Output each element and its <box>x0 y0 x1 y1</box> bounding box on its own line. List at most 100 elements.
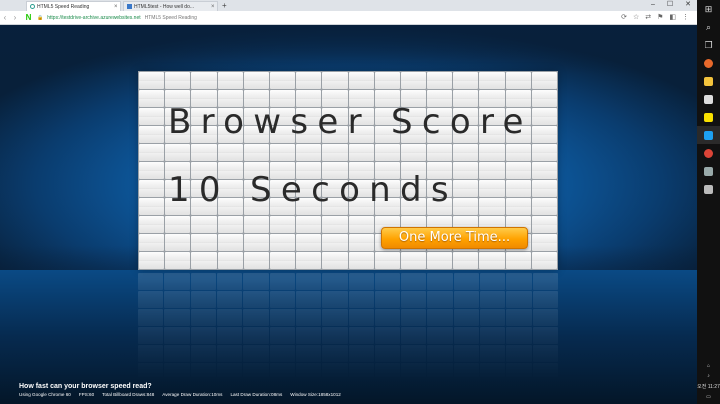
reflection-tile <box>480 273 506 290</box>
extension-icon[interactable]: ◧ <box>669 13 676 21</box>
translate-icon[interactable]: ⇄ <box>645 13 651 21</box>
billboard-tile <box>217 216 243 233</box>
billboard-tile <box>348 72 374 89</box>
tab-bar: HTML5 Speed Reading × HTML5test - How we… <box>0 0 697 11</box>
reflection-tile <box>216 345 243 362</box>
close-tab-icon[interactable]: × <box>211 4 217 10</box>
reflection-tile <box>269 273 295 290</box>
firefox-icon[interactable] <box>697 54 720 72</box>
twitter-icon[interactable] <box>697 126 720 144</box>
stat-fps: FPS:60 <box>78 392 95 397</box>
stat-window-size: Window Size:1858x1012 <box>290 392 341 397</box>
reflection-tile <box>374 363 401 380</box>
stat-last-draw: Last Draw Duration:08ms <box>230 392 283 397</box>
reflection-tile <box>269 363 295 380</box>
reflection-tile <box>401 291 427 308</box>
refresh-icon[interactable]: ⟳ <box>621 13 627 21</box>
windows-taskbar: ⊞ ⌕ ❐ ⌂ ♪ 오전 11:27 ▭ <box>697 0 720 404</box>
reflection-tile <box>322 273 348 290</box>
new-tab-icon[interactable]: + <box>222 1 227 11</box>
billboard-tile <box>139 72 165 89</box>
billboard-tile <box>479 198 505 215</box>
chrome-icon[interactable] <box>697 144 720 162</box>
reflection-tile <box>190 273 216 290</box>
billboard-tile <box>217 234 243 251</box>
windows-start-icon[interactable]: ⊞ <box>697 0 720 18</box>
app-icon[interactable] <box>697 162 720 180</box>
billboard-tile <box>531 72 557 89</box>
close-window-icon[interactable]: ✕ <box>685 0 691 10</box>
reflection-tile <box>295 309 322 326</box>
billboard-tile <box>296 144 322 161</box>
reflection-tile <box>216 309 243 326</box>
billboard-tile <box>217 252 243 269</box>
billboard-tile <box>374 252 400 269</box>
billboard-tile <box>348 234 374 251</box>
stat-browser: Using Google Chrome 60 <box>19 392 71 397</box>
reflection-tile <box>453 345 480 362</box>
billboard-tile <box>374 72 400 89</box>
notification-icon[interactable]: ▭ <box>706 394 711 400</box>
url-field[interactable]: 🔒 https://testdrive-archive.azurewebsite… <box>37 15 197 21</box>
volume-icon[interactable]: ♪ <box>707 373 710 379</box>
billboard-tile <box>505 144 531 161</box>
reflection-tile <box>295 327 322 344</box>
billboard-tile <box>269 144 296 161</box>
reflection-tile <box>190 345 216 362</box>
reflection-tile <box>453 309 480 326</box>
reflection-tile <box>427 309 453 326</box>
one-more-time-button[interactable]: One More Time... <box>381 227 528 249</box>
naver-logo-icon[interactable]: N <box>24 13 33 22</box>
tab-html5test[interactable]: HTML5test - How well do... × <box>123 1 218 11</box>
reflection-tile <box>269 309 295 326</box>
reflection-tile <box>532 273 558 290</box>
search-icon[interactable]: ⌕ <box>697 18 720 36</box>
url-page-title: HTML5 Speed Reading <box>144 14 197 21</box>
flag-icon[interactable]: ⚑ <box>657 13 663 21</box>
billboard-tile <box>217 144 243 161</box>
forward-icon[interactable]: › <box>10 13 20 22</box>
reflection-tile <box>190 309 216 326</box>
clock[interactable]: 오전 11:27 <box>697 383 720 390</box>
back-icon[interactable]: ‹ <box>0 13 10 22</box>
kakaotalk-icon[interactable] <box>697 108 720 126</box>
network-icon[interactable]: ⌂ <box>707 363 710 369</box>
explorer-icon[interactable] <box>697 72 720 90</box>
reflection-tile <box>453 327 480 344</box>
minimize-icon[interactable]: – <box>651 0 655 10</box>
tab-speed-reading[interactable]: HTML5 Speed Reading × <box>26 1 121 11</box>
reflection-tile <box>295 273 322 290</box>
settings-icon[interactable]: ⋮ <box>682 13 689 21</box>
billboard-tile <box>139 162 165 179</box>
reflection-tile <box>190 327 216 344</box>
mail-icon[interactable] <box>697 90 720 108</box>
reflection-tile <box>427 291 453 308</box>
billboard-tile <box>322 234 348 251</box>
reflection-tile <box>216 291 243 308</box>
billboard-tile <box>243 252 269 269</box>
reflection-tile <box>348 363 374 380</box>
billboard-tile <box>191 72 217 89</box>
reflection-tile <box>480 345 506 362</box>
billboard-tile <box>243 72 269 89</box>
billboard-tile <box>269 252 296 269</box>
billboard-tile <box>139 90 165 107</box>
billboard-tile <box>531 90 557 107</box>
billboard-tile <box>269 216 296 233</box>
app-icon[interactable] <box>697 180 720 198</box>
reflection-tile <box>506 363 532 380</box>
stats-bar: Using Google Chrome 60 FPS:60 Total Bill… <box>19 392 341 397</box>
maximize-icon[interactable]: ☐ <box>667 0 673 10</box>
billboard-tile <box>427 252 453 269</box>
billboard-tile <box>296 234 322 251</box>
reflection-tile <box>322 291 348 308</box>
close-tab-icon[interactable]: × <box>114 4 120 10</box>
reflection-tile <box>401 345 427 362</box>
billboard-tile <box>191 144 217 161</box>
bookmark-icon[interactable]: ☆ <box>633 13 639 21</box>
reflection-tile <box>348 327 374 344</box>
billboard-tile <box>191 216 217 233</box>
billboard-tile <box>322 72 348 89</box>
billboard-tile <box>479 252 505 269</box>
task-view-icon[interactable]: ❐ <box>697 36 720 54</box>
